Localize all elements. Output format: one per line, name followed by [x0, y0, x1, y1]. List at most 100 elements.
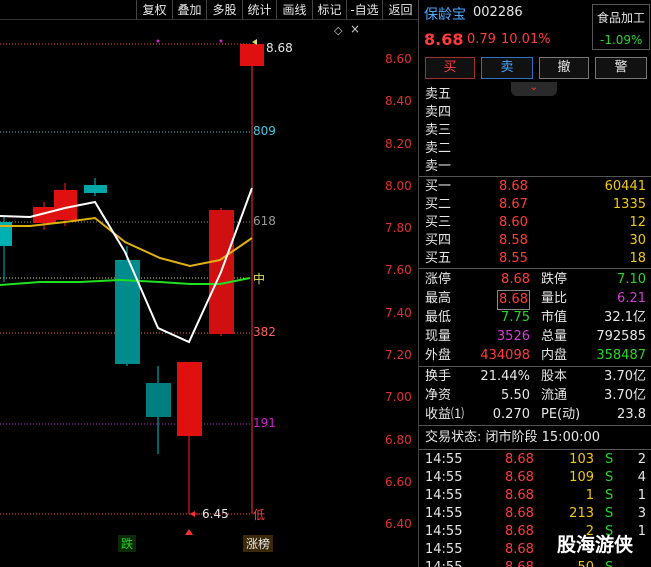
candle-3: [84, 185, 107, 193]
bid-price: 8.67: [499, 197, 528, 212]
stat-key: 最低: [425, 310, 452, 325]
fundamental-value: 21.44%: [480, 369, 530, 384]
divider: [419, 176, 651, 177]
alert-button[interactable]: 警: [595, 57, 647, 79]
fundamental-row: 换手 21.44% 股本 3.70亿: [419, 368, 651, 386]
stat-value: 6.21: [617, 291, 646, 306]
tick-side: S: [605, 506, 614, 521]
tick-row: 14:55 8.68 103 S 2: [419, 451, 651, 469]
fundamental-value: 0.270: [492, 407, 530, 422]
sell-button[interactable]: 卖: [481, 57, 533, 79]
price-change-pct: 10.01%: [501, 32, 551, 47]
divider: [419, 366, 651, 367]
stock-name[interactable]: 保龄宝: [424, 4, 466, 24]
drop-tag: 跌: [118, 535, 137, 552]
watermark: 股海游侠: [557, 534, 634, 556]
bid-label: 买四: [425, 233, 452, 248]
fundamental-key: 净资: [425, 388, 452, 403]
bid-volume: 60441: [604, 179, 646, 194]
limit-up-tag: 涨榜: [243, 535, 274, 552]
close-icon[interactable]: ×: [350, 22, 360, 36]
tick-time: 14:55: [425, 506, 463, 521]
ask-row-4: 卖四: [425, 105, 452, 120]
high-price-label: 8.68: [266, 41, 293, 55]
tick-row: 14:55 8.68 213 S 3: [419, 505, 651, 523]
fundamental-value: 5.50: [501, 388, 530, 403]
stat-row: 涨停 8.68 跌停 7.10: [419, 271, 651, 289]
candle-6: [177, 362, 202, 436]
sector-box[interactable]: 食品加工 -1.09%: [592, 4, 650, 50]
fib-191-label: 191: [253, 416, 276, 430]
tick-price: 8.68: [505, 506, 534, 521]
kline-chart-svg: [0, 39, 264, 535]
low-price-label: 6.45: [202, 507, 229, 521]
tick-side: S: [605, 452, 614, 467]
bid-row: 买二 8.67 1335: [419, 196, 651, 214]
tick-count: 2: [637, 452, 646, 467]
stat-key: 最高: [425, 291, 452, 306]
remove-watchlist-button[interactable]: -自选: [346, 0, 382, 20]
tick-side: S: [605, 559, 613, 567]
tick-price: 8.68: [505, 452, 534, 467]
mark-button[interactable]: 标记: [312, 0, 346, 20]
tick-time: 14:55: [425, 542, 463, 557]
tick-price: 8.68: [505, 559, 534, 567]
up-arrow-icon: [185, 529, 193, 535]
bid-volume: 12: [629, 215, 646, 230]
stat-value: 358487: [596, 348, 646, 363]
diamond-icon[interactable]: ◇: [334, 24, 342, 37]
chart-toolbar: 复权 叠加 多股 统计 画线 标记 -自选 返回: [0, 0, 418, 20]
stat-value: 3526: [496, 329, 530, 344]
fundamental-row: 净资 5.50 流通 3.70亿: [419, 387, 651, 405]
tick-volume: 103: [569, 452, 594, 467]
multi-stock-button[interactable]: 多股: [206, 0, 242, 20]
tick-volume: 1: [585, 488, 594, 503]
price-axis-label: 8.40: [385, 94, 412, 108]
fib-618-label: 618: [253, 214, 276, 228]
stat-row: 现量 3526 总量 792585: [419, 328, 651, 346]
bid-row: 买三 8.60 12: [419, 214, 651, 232]
overlay-button[interactable]: 叠加: [172, 0, 206, 20]
stat-row: 最高 8.68 量比 6.21: [419, 290, 651, 310]
draw-line-button[interactable]: 画线: [276, 0, 312, 20]
tick-side: S: [605, 470, 614, 485]
buy-button[interactable]: 买: [425, 57, 475, 79]
fundamental-key: 收益⑴: [425, 407, 465, 422]
stat-value: 32.1亿: [604, 310, 646, 325]
stock-code: 002286: [473, 5, 523, 20]
tick-count: 1: [637, 488, 646, 503]
kline-chart[interactable]: ◇ × 8.60 8.40 8.20 8.00 7.80 7.60 7.40 7…: [0, 20, 418, 567]
sector-name: 食品加工: [597, 11, 646, 25]
low-tag-label: 低: [253, 508, 266, 522]
stat-key: 总量: [541, 329, 568, 344]
adjust-rights-button[interactable]: 复权: [136, 0, 172, 20]
tick-side: S: [605, 488, 614, 503]
tick-time: 14:55: [425, 488, 463, 503]
statistics-button[interactable]: 统计: [242, 0, 276, 20]
fundamental-row: 收益⑴ 0.270 PE(动) 23.8: [419, 406, 651, 424]
tick-price: 8.68: [505, 488, 534, 503]
fundamental-value: 23.8: [617, 407, 646, 422]
fundamental-key: PE(动): [541, 407, 581, 422]
bid-row: 买一 8.68 60441: [419, 178, 651, 196]
app-window: 复权 叠加 多股 统计 画线 标记 -自选 返回 ◇ × 8.60 8.40 8…: [0, 0, 651, 567]
divider: [419, 449, 651, 450]
price-axis-label: 6.40: [385, 517, 412, 531]
candle-2: [54, 190, 77, 220]
bid-label: 买五: [425, 251, 452, 266]
stat-value: 8.68: [501, 272, 530, 287]
price-change: 0.79: [467, 32, 496, 47]
tick-volume: 50: [577, 559, 594, 567]
stat-key: 涨停: [425, 272, 452, 287]
cancel-order-button[interactable]: 撤: [539, 57, 589, 79]
price-axis-label: 7.20: [385, 348, 412, 362]
tick-price: 8.68: [505, 470, 534, 485]
candle-8: [240, 44, 264, 66]
divider: [419, 268, 651, 269]
stat-value: 8.68: [497, 290, 530, 310]
back-button[interactable]: 返回: [382, 0, 418, 20]
quote-panel: 保龄宝 002286 8.68 0.79 10.01% 食品加工 -1.09% …: [418, 0, 651, 567]
bid-volume: 1335: [612, 197, 646, 212]
stat-row: 最低 7.75 市值 32.1亿: [419, 309, 651, 327]
bid-label: 买三: [425, 215, 452, 230]
